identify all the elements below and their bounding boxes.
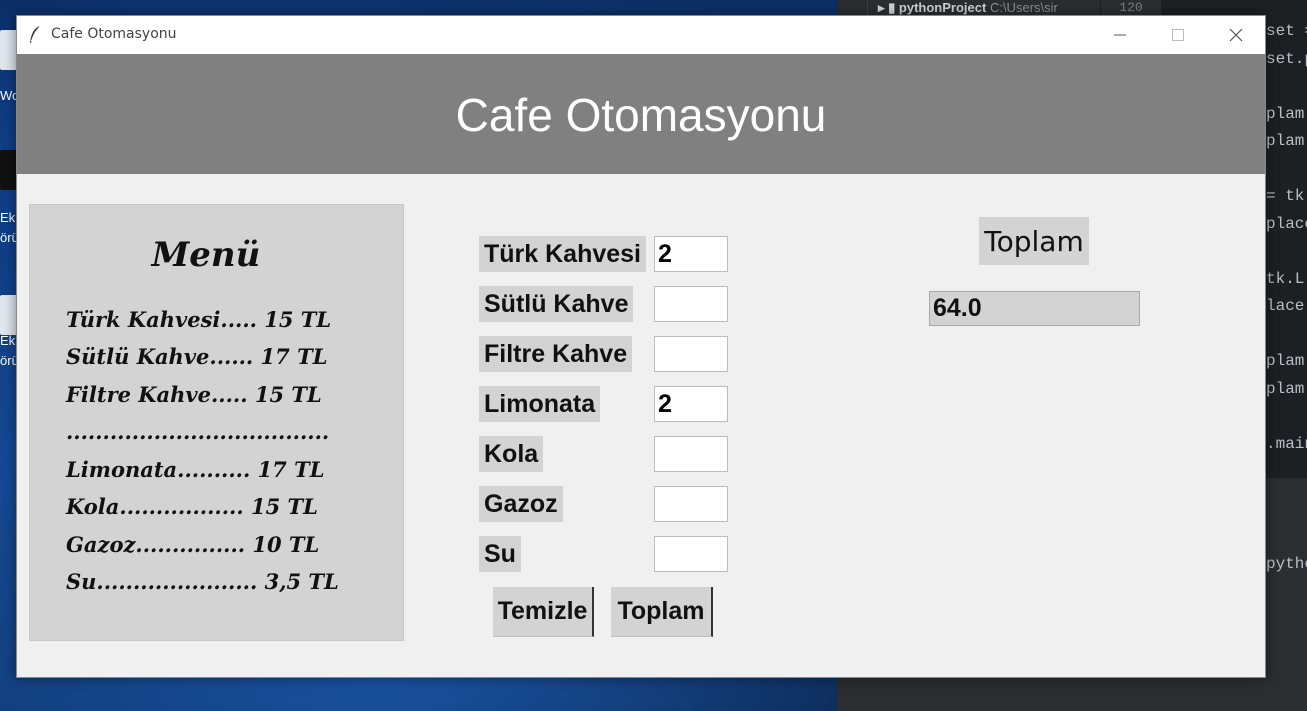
item-label-su: Su (479, 536, 521, 572)
item-label-limonata: Limonata (479, 386, 601, 422)
app-window: Cafe Otomasyonu Cafe Otomasyonu Menü Tür… (16, 15, 1266, 678)
menu-panel: Menü Türk Kahvesi..... 15 TL Sütlü Kahve… (29, 204, 404, 641)
maximize-button[interactable] (1149, 16, 1207, 54)
item-label-kola: Kola (479, 436, 544, 472)
quantity-input-limonata[interactable]: 2 (654, 386, 728, 422)
quantity-input-gazoz[interactable] (654, 486, 728, 522)
code-line: = tk. (1266, 187, 1307, 205)
item-label-sutlu-kahve: Sütlü Kahve (479, 286, 634, 322)
code-line: plam (1266, 104, 1305, 123)
total-label: Toplam (979, 217, 1089, 265)
item-label-gazoz: Gazoz (479, 486, 563, 522)
menu-line: Su...................... 3,5 TL (66, 569, 339, 594)
code-line: plam. (1266, 132, 1307, 150)
quantity-input-kola[interactable] (654, 436, 728, 472)
menu-line: Kola................. 15 TL (66, 494, 318, 519)
maximize-icon (1172, 29, 1184, 41)
title-bar[interactable]: Cafe Otomasyonu (17, 16, 1265, 54)
menu-line: Limonata.......... 17 TL (66, 457, 325, 482)
quantity-input-turk-kahvesi[interactable]: 2 (654, 236, 728, 272)
code-line: .main (1266, 434, 1307, 453)
quantity-input-sutlu-kahve[interactable] (654, 286, 728, 322)
item-label-filtre-kahve: Filtre Kahve (479, 336, 633, 372)
menu-line: Gazoz............... 10 TL (66, 532, 320, 557)
code-line: plam. (1266, 379, 1307, 398)
code-line: tk.L (1266, 269, 1305, 288)
folder-icon: ▸ ▮ (878, 0, 899, 15)
code-line: set = (1266, 22, 1307, 40)
minimize-icon (1114, 34, 1126, 36)
ide-bottom-toolbar (838, 677, 1307, 711)
menu-line: Filtre Kahve..... 15 TL (66, 382, 322, 407)
ide-project-path: C:\Users\sir (989, 0, 1058, 15)
menu-separator: .................................... (66, 419, 330, 444)
ide-line-number: 120 (1101, 0, 1161, 16)
menu-line: Türk Kahvesi..... 15 TL (66, 307, 332, 332)
item-label-turk-kahvesi: Türk Kahvesi (479, 236, 647, 272)
desktop-label: Ek (0, 210, 16, 225)
code-line: plam (1266, 352, 1305, 370)
window-title: Cafe Otomasyonu (51, 26, 177, 42)
close-button[interactable] (1207, 16, 1265, 54)
ide-code-area[interactable]: set = set.p plam plam. = tk. place tk.L … (1266, 22, 1307, 462)
code-line: lace( (1266, 297, 1307, 315)
quantity-input-filtre-kahve[interactable] (654, 336, 728, 372)
feather-icon (30, 25, 41, 43)
ide-run-output: pytho (1266, 555, 1307, 573)
app-header: Cafe Otomasyonu (17, 54, 1265, 174)
menu-line: Sütlü Kahve...... 17 TL (66, 344, 328, 369)
quantity-input-su[interactable] (654, 536, 728, 572)
calculate-total-button[interactable]: Toplam (611, 587, 713, 637)
desktop-label: Ek (0, 333, 16, 348)
ide-project-name: pythonProject (898, 0, 987, 15)
close-icon (1229, 28, 1243, 42)
menu-title: Menü (151, 235, 261, 275)
page-title: Cafe Otomasyonu (455, 89, 827, 141)
total-value: 64.0 (929, 291, 1140, 326)
minimize-button[interactable] (1091, 16, 1149, 54)
code-line: set.p (1266, 49, 1307, 68)
code-line: place (1266, 214, 1307, 233)
clear-button[interactable]: Temizle (493, 587, 594, 637)
